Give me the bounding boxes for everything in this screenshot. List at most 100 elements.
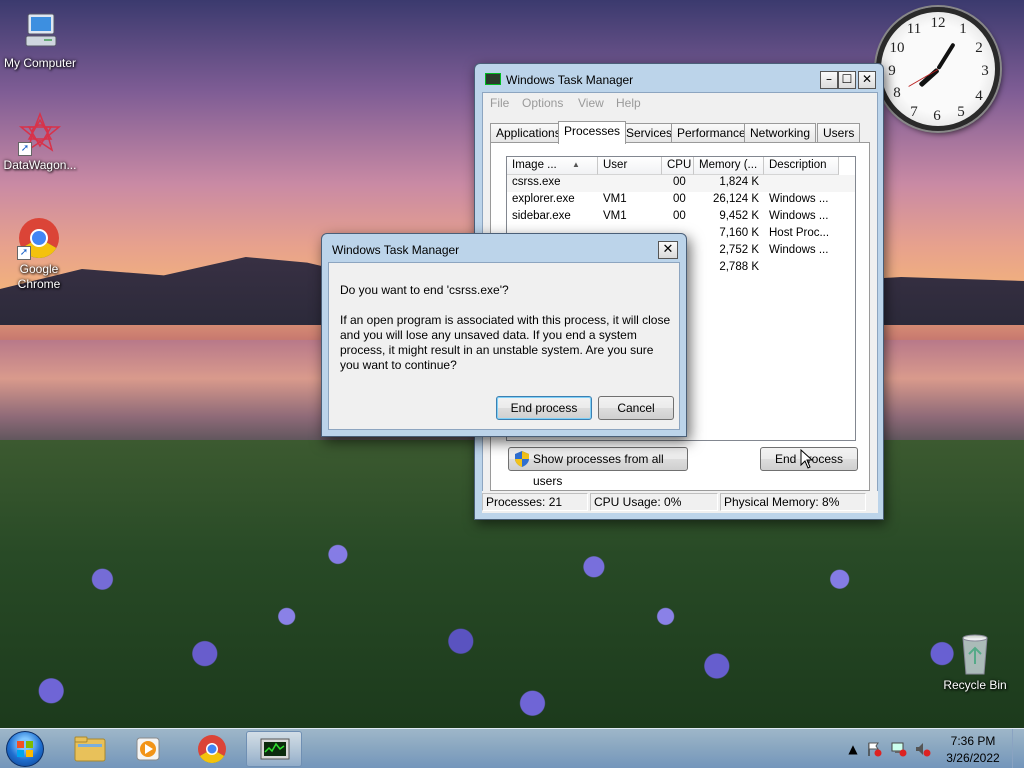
tab-services[interactable]: Services xyxy=(620,123,679,143)
cell-memory: 7,160 K xyxy=(719,227,759,239)
tab-processes[interactable]: Processes xyxy=(558,121,627,144)
clock-number: 9 xyxy=(888,63,896,79)
taskbar-windows-explorer[interactable] xyxy=(62,731,118,767)
maximize-button[interactable]: ☐ xyxy=(838,71,856,89)
clock-number: 4 xyxy=(975,88,983,104)
clock-number: 10 xyxy=(889,40,905,56)
cell-cpu: 00 xyxy=(673,210,686,222)
minimize-button[interactable]: – xyxy=(820,71,838,89)
cell-image: sidebar.exe xyxy=(512,210,571,222)
menu-options[interactable]: Options xyxy=(522,96,563,110)
task-manager-app-icon xyxy=(485,73,501,85)
taskbar-media-player[interactable] xyxy=(121,731,177,767)
table-row[interactable]: sidebar.exe VM1 00 9,452 K Windows ... xyxy=(507,209,855,226)
cell-description: Windows ... xyxy=(769,244,829,256)
clock-gadget[interactable]: 12 1 2 3 4 5 6 7 8 9 10 11 xyxy=(876,7,1000,131)
column-header-cpu[interactable]: CPU xyxy=(662,157,694,175)
taskbar-google-chrome[interactable] xyxy=(184,731,240,767)
cell-description: Windows ... xyxy=(769,210,829,222)
status-processes: Processes: 21 xyxy=(482,493,588,511)
taskbar-time[interactable]: 7:36 PM xyxy=(938,734,1008,748)
clock-minute-hand xyxy=(936,42,956,71)
menu-view[interactable]: View xyxy=(578,96,604,110)
menu-file[interactable]: File xyxy=(490,96,509,110)
status-physical-memory: Physical Memory: 8% xyxy=(720,493,866,511)
window-title: Windows Task Manager xyxy=(506,73,634,87)
volume-muted-icon[interactable] xyxy=(915,741,931,757)
clock-number: 7 xyxy=(910,104,918,120)
tab-users[interactable]: Users xyxy=(817,123,861,143)
desktop-icon-my-computer[interactable]: My Computer xyxy=(0,10,80,70)
chrome-icon: ➚ xyxy=(17,216,61,260)
column-header-image[interactable]: Image ... ▲ xyxy=(507,157,598,175)
taskbar-date[interactable]: 3/26/2022 xyxy=(938,751,1008,765)
cell-image: explorer.exe xyxy=(512,193,575,205)
recycle-bin-icon xyxy=(953,632,997,676)
cell-memory: 9,452 K xyxy=(719,210,759,222)
clock-number: 2 xyxy=(975,40,983,56)
title-bar[interactable]: Windows Task Manager – ☐ ✕ xyxy=(475,64,883,92)
uac-shield-icon xyxy=(515,451,529,467)
desktop-icon-label: My Computer xyxy=(3,56,77,70)
tab-performance[interactable]: Performance xyxy=(671,123,752,143)
table-row[interactable]: csrss.exe 00 1,824 K xyxy=(507,175,855,192)
dialog-title: Windows Task Manager xyxy=(332,243,460,257)
windows-logo-icon xyxy=(17,741,33,757)
action-center-flag-icon[interactable] xyxy=(866,741,882,757)
column-header-memory[interactable]: Memory (... xyxy=(694,157,764,175)
chrome-icon xyxy=(198,735,226,763)
desktop-icon-recycle-bin[interactable]: Recycle Bin xyxy=(935,632,1015,692)
end-process-confirm-button[interactable]: End process xyxy=(496,396,592,420)
desktop-icon-label: Google Chrome xyxy=(17,262,61,291)
cell-memory: 2,752 K xyxy=(719,244,759,256)
clock-number: 3 xyxy=(981,63,989,79)
desktop-icon-label: DataWagon... xyxy=(3,158,77,172)
shortcut-arrow-icon: ➚ xyxy=(18,142,32,156)
media-player-icon xyxy=(136,737,160,761)
cancel-button[interactable]: Cancel xyxy=(598,396,674,420)
show-all-users-button[interactable]: Show processes from all users xyxy=(508,447,688,488)
desktop-icon-google-chrome[interactable]: ➚ Google Chrome xyxy=(0,216,78,292)
desktop-icon-datawagon[interactable]: ➚ DataWagon... xyxy=(0,111,80,172)
clock-number: 12 xyxy=(930,15,946,31)
start-button[interactable] xyxy=(6,731,44,767)
clock-number: 8 xyxy=(893,85,901,101)
desktop-icon-label: Recycle Bin xyxy=(943,678,1007,692)
tab-strip: Applications Processes Services Performa… xyxy=(490,121,870,144)
close-button[interactable]: ✕ xyxy=(858,71,876,89)
dialog-message: If an open program is associated with th… xyxy=(340,313,671,372)
menu-bar: File Options View Help xyxy=(483,93,877,113)
cell-cpu: 00 xyxy=(673,176,686,188)
clock-number: 1 xyxy=(959,21,967,37)
menu-help[interactable]: Help xyxy=(616,96,641,110)
column-header-label: Image ... xyxy=(512,159,557,171)
network-status-icon[interactable] xyxy=(891,741,907,757)
column-header-user-name[interactable]: User Name xyxy=(598,157,662,187)
clock-number: 6 xyxy=(933,108,941,124)
dialog-close-button[interactable]: ✕ xyxy=(658,241,678,259)
status-cpu-usage: CPU Usage: 0% xyxy=(590,493,718,511)
cell-user: VM1 xyxy=(603,193,627,205)
taskbar-task-manager[interactable] xyxy=(246,731,302,767)
dialog-question: Do you want to end 'csrss.exe'? xyxy=(340,283,509,297)
end-process-dialog[interactable]: Windows Task Manager ✕ Do you want to en… xyxy=(321,233,687,437)
cell-memory: 26,124 K xyxy=(712,193,759,205)
clock-number: 11 xyxy=(906,21,922,37)
dialog-client: Do you want to end 'csrss.exe'? If an op… xyxy=(328,262,680,430)
cell-cpu: 00 xyxy=(673,193,686,205)
show-desktop-button[interactable] xyxy=(1012,729,1024,768)
tab-applications[interactable]: Applications xyxy=(490,123,567,143)
cell-memory: 2,788 K xyxy=(719,261,759,273)
table-row[interactable]: explorer.exe VM1 00 26,124 K Windows ... xyxy=(507,192,855,209)
computer-icon xyxy=(18,10,62,54)
cell-description: Windows ... xyxy=(769,193,829,205)
show-hidden-icons-button[interactable]: ▲ xyxy=(845,741,861,757)
cell-memory: 1,824 K xyxy=(719,176,759,188)
mouse-cursor-icon xyxy=(800,449,814,469)
shortcut-arrow-icon: ➚ xyxy=(17,246,31,260)
tab-networking[interactable]: Networking xyxy=(744,123,817,143)
column-header-description[interactable]: Description xyxy=(764,157,839,175)
sort-ascending-icon: ▲ xyxy=(572,160,580,169)
clock-number: 5 xyxy=(957,104,965,120)
task-manager-icon xyxy=(260,738,290,760)
